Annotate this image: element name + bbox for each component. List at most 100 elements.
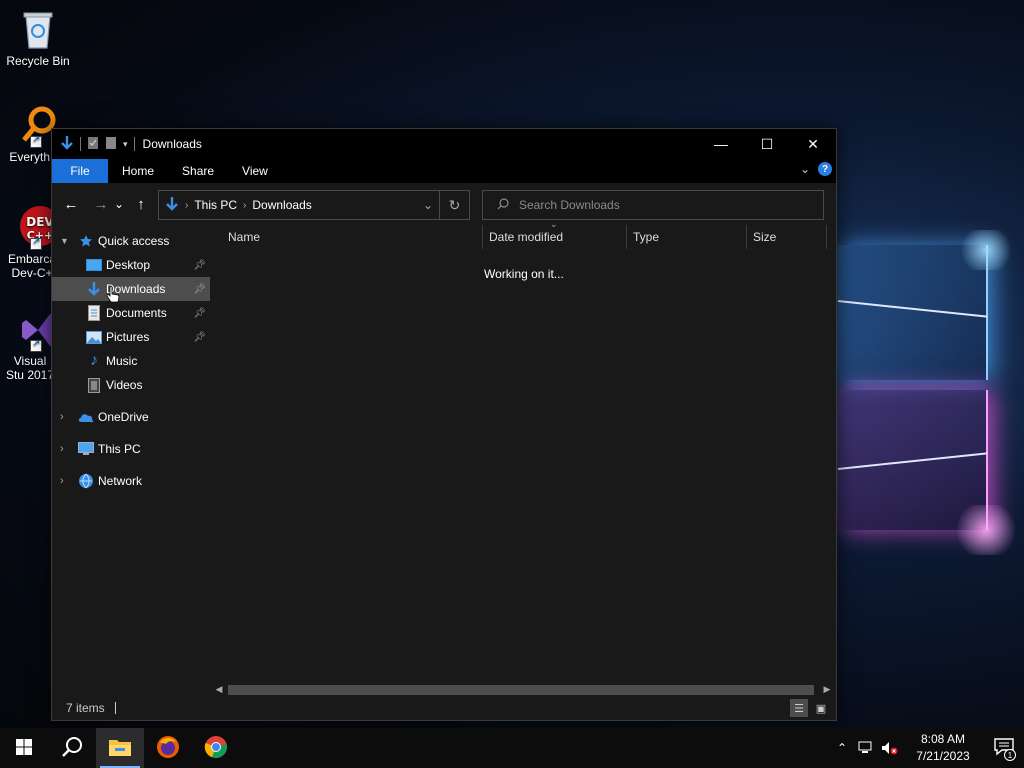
file-explorer-window[interactable]: ▾ Downloads — ☐ ✕ File Home Share View ⌄… bbox=[51, 128, 837, 721]
pin-icon[interactable]: 📌︎ bbox=[193, 260, 206, 271]
breadcrumb-separator-icon: › bbox=[185, 199, 189, 211]
tree-item-videos[interactable]: Videos bbox=[52, 373, 210, 397]
tree-item-pictures[interactable]: Pictures 📌︎ bbox=[52, 325, 210, 349]
pictures-folder-icon bbox=[86, 329, 102, 345]
pin-icon[interactable]: 📌︎ bbox=[193, 308, 206, 319]
search-box[interactable] bbox=[482, 190, 824, 220]
close-button[interactable]: ✕ bbox=[790, 129, 836, 159]
downloads-arrow-icon bbox=[165, 196, 179, 215]
forward-button[interactable]: → bbox=[90, 192, 112, 216]
help-icon[interactable]: ? bbox=[818, 162, 832, 176]
breadcrumb-this-pc[interactable]: This PC bbox=[194, 198, 237, 212]
music-folder-icon: ♪ bbox=[90, 352, 98, 369]
sort-indicator-icon: ⌄ bbox=[550, 219, 558, 229]
star-icon bbox=[78, 233, 94, 249]
onedrive-icon bbox=[78, 409, 94, 425]
scroll-left-icon[interactable]: ◀ bbox=[212, 681, 226, 697]
large-icons-view-icon[interactable]: ▣ bbox=[812, 699, 830, 717]
refresh-button[interactable]: ↻ bbox=[439, 191, 469, 219]
documents-folder-icon bbox=[86, 305, 102, 321]
expand-icon[interactable]: › bbox=[60, 475, 64, 487]
back-button[interactable]: ← bbox=[60, 192, 82, 216]
tree-label: Documents bbox=[106, 306, 167, 320]
network-status-icon[interactable] bbox=[854, 728, 878, 768]
minimize-button[interactable]: — bbox=[698, 129, 744, 159]
horizontal-scrollbar[interactable]: ◀ ▶ bbox=[210, 681, 830, 697]
tab-share[interactable]: Share bbox=[168, 159, 228, 183]
details-view-icon[interactable]: ☰ bbox=[790, 699, 808, 717]
address-dropdown-icon[interactable]: ⌄ bbox=[423, 198, 433, 212]
tree-label: Desktop bbox=[106, 258, 151, 272]
pin-icon[interactable]: 📌︎ bbox=[193, 284, 206, 295]
expand-icon[interactable]: › bbox=[60, 411, 64, 423]
tree-onedrive[interactable]: › OneDrive bbox=[52, 405, 210, 429]
navigation-pane: ▼ Quick access Desktop 📌︎ Downloads 📌︎ D… bbox=[52, 225, 210, 697]
tree-label: OneDrive bbox=[98, 410, 149, 424]
taskbar: ⌃ 8:08 AM 7/21/2023 1 bbox=[0, 728, 1024, 768]
pin-icon[interactable]: 📌︎ bbox=[193, 332, 206, 343]
notification-center-button[interactable]: 1 bbox=[984, 728, 1024, 768]
clock[interactable]: 8:08 AM 7/21/2023 bbox=[902, 731, 984, 765]
up-button[interactable]: ↑ bbox=[130, 192, 152, 216]
desktop-folder-icon bbox=[86, 257, 102, 273]
taskbar-chrome[interactable] bbox=[192, 728, 240, 768]
start-button[interactable] bbox=[0, 728, 48, 768]
status-divider bbox=[114, 702, 116, 714]
scroll-right-icon[interactable]: ▶ bbox=[820, 681, 834, 697]
maximize-button[interactable]: ☐ bbox=[744, 129, 790, 159]
taskbar-search-button[interactable] bbox=[48, 728, 96, 768]
volume-muted-icon[interactable] bbox=[878, 728, 902, 768]
search-icon bbox=[61, 736, 83, 761]
tab-view[interactable]: View bbox=[228, 159, 282, 183]
breadcrumb-downloads[interactable]: Downloads bbox=[252, 198, 311, 212]
window-title: Downloads bbox=[142, 137, 202, 151]
column-type[interactable]: Type bbox=[627, 225, 746, 249]
expand-icon[interactable]: › bbox=[60, 443, 64, 455]
downloads-arrow-icon bbox=[60, 135, 74, 154]
quick-access-toolbar: ▾ bbox=[52, 135, 135, 154]
column-headers: Name Date modified ⌄ Type Size bbox=[210, 219, 836, 249]
properties-icon[interactable] bbox=[87, 136, 99, 153]
navigation-bar: ← → ⌄ ↑ › This PC › Downloads ⌄ ↻ bbox=[52, 183, 836, 225]
tree-item-music[interactable]: ♪ Music bbox=[52, 349, 210, 373]
new-folder-icon[interactable] bbox=[105, 136, 117, 153]
column-size[interactable]: Size bbox=[747, 225, 827, 249]
taskbar-file-explorer[interactable] bbox=[96, 728, 144, 768]
address-bar[interactable]: › This PC › Downloads ⌄ ↻ bbox=[158, 190, 470, 220]
shortcut-arrow-icon bbox=[30, 338, 42, 352]
ribbon-tabs: File Home Share View ⌄ ? bbox=[52, 159, 836, 183]
tree-network[interactable]: › Network bbox=[52, 469, 210, 493]
file-list[interactable]: Name Date modified ⌄ Type Size Working o… bbox=[210, 219, 836, 697]
collapse-icon[interactable]: ▼ bbox=[60, 236, 69, 246]
tree-item-desktop[interactable]: Desktop 📌︎ bbox=[52, 253, 210, 277]
breadcrumb-separator-icon: › bbox=[243, 199, 247, 211]
tab-file[interactable]: File bbox=[52, 159, 108, 183]
taskbar-firefox[interactable] bbox=[144, 728, 192, 768]
search-input[interactable] bbox=[519, 198, 799, 212]
start-icon bbox=[16, 738, 32, 758]
recent-locations-button[interactable]: ⌄ bbox=[112, 192, 126, 216]
tree-item-downloads[interactable]: Downloads 📌︎ bbox=[52, 277, 210, 303]
column-name[interactable]: Name bbox=[222, 225, 484, 249]
firefox-icon bbox=[156, 735, 180, 762]
desktop-icon-recycle-bin[interactable]: Recycle Bin bbox=[0, 8, 76, 68]
show-hidden-icons-icon[interactable]: ⌃ bbox=[830, 728, 854, 768]
desktop-icon-label: Visual Stu 2017 bbox=[5, 354, 55, 382]
tree-quick-access[interactable]: ▼ Quick access bbox=[52, 229, 210, 253]
tab-home[interactable]: Home bbox=[108, 159, 168, 183]
item-count: 7 items bbox=[66, 701, 105, 715]
title-bar[interactable]: ▾ Downloads — ☐ ✕ bbox=[52, 129, 836, 159]
status-bar: 7 items ☰ ▣ bbox=[52, 696, 836, 720]
file-explorer-icon bbox=[108, 737, 132, 760]
tree-this-pc[interactable]: › This PC bbox=[52, 437, 210, 461]
notification-count-badge: 1 bbox=[1004, 749, 1016, 761]
customize-toolbar-icon[interactable]: ▾ bbox=[123, 139, 128, 150]
expand-ribbon-icon[interactable]: ⌄ bbox=[800, 162, 810, 176]
clock-date: 7/21/2023 bbox=[916, 749, 970, 763]
clock-time: 8:08 AM bbox=[920, 732, 966, 746]
tree-item-documents[interactable]: Documents 📌︎ bbox=[52, 301, 210, 325]
scrollbar-thumb[interactable] bbox=[228, 685, 814, 695]
network-icon bbox=[78, 473, 94, 489]
loading-message: Working on it... bbox=[484, 267, 564, 281]
shortcut-arrow-icon bbox=[30, 236, 42, 250]
